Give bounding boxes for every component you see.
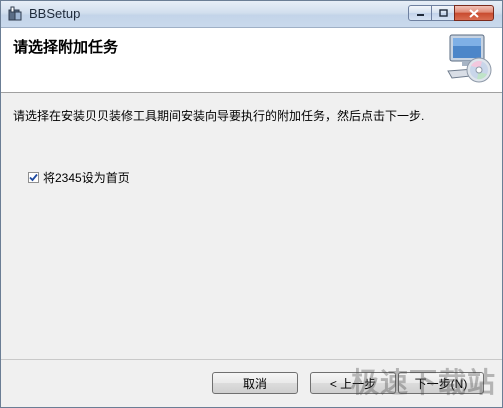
next-button[interactable]: 下一步(N) xyxy=(398,372,484,394)
caption-buttons xyxy=(408,5,494,21)
page-title: 请选择附加任务 xyxy=(13,39,119,56)
installer-icon xyxy=(7,6,23,22)
cancel-button[interactable]: 取消 xyxy=(212,372,298,394)
checkmark-icon xyxy=(29,173,38,182)
back-button[interactable]: < 上一步 xyxy=(310,372,396,394)
minimize-button[interactable] xyxy=(408,5,432,21)
window-title: BBSetup xyxy=(29,6,81,21)
computer-cd-icon xyxy=(444,33,494,85)
title-bar[interactable]: BBSetup xyxy=(1,1,502,28)
close-button[interactable] xyxy=(454,5,494,21)
task-option-set-homepage[interactable]: 将2345设为首页 xyxy=(28,169,130,186)
wizard-footer: 取消 < 上一步 下一步(N) xyxy=(1,359,502,407)
close-icon xyxy=(469,8,479,18)
homepage-checkbox-label[interactable]: 将2345设为首页 xyxy=(43,169,130,186)
homepage-checkbox[interactable] xyxy=(28,172,39,183)
wizard-header: 请选择附加任务 xyxy=(1,28,502,93)
maximize-icon xyxy=(438,9,448,17)
instruction-text: 请选择在安装贝贝装修工具期间安装向导要执行的附加任务，然后点击下一步. xyxy=(13,109,425,123)
maximize-button[interactable] xyxy=(431,5,455,21)
wizard-body: 请选择在安装贝贝装修工具期间安装向导要执行的附加任务，然后点击下一步. 将234… xyxy=(1,93,502,360)
minimize-icon xyxy=(416,14,424,16)
installer-window: BBSetup 请选择附加任务 请选择在安装贝贝装修工具期间安装向导要执行的附加… xyxy=(0,0,503,408)
